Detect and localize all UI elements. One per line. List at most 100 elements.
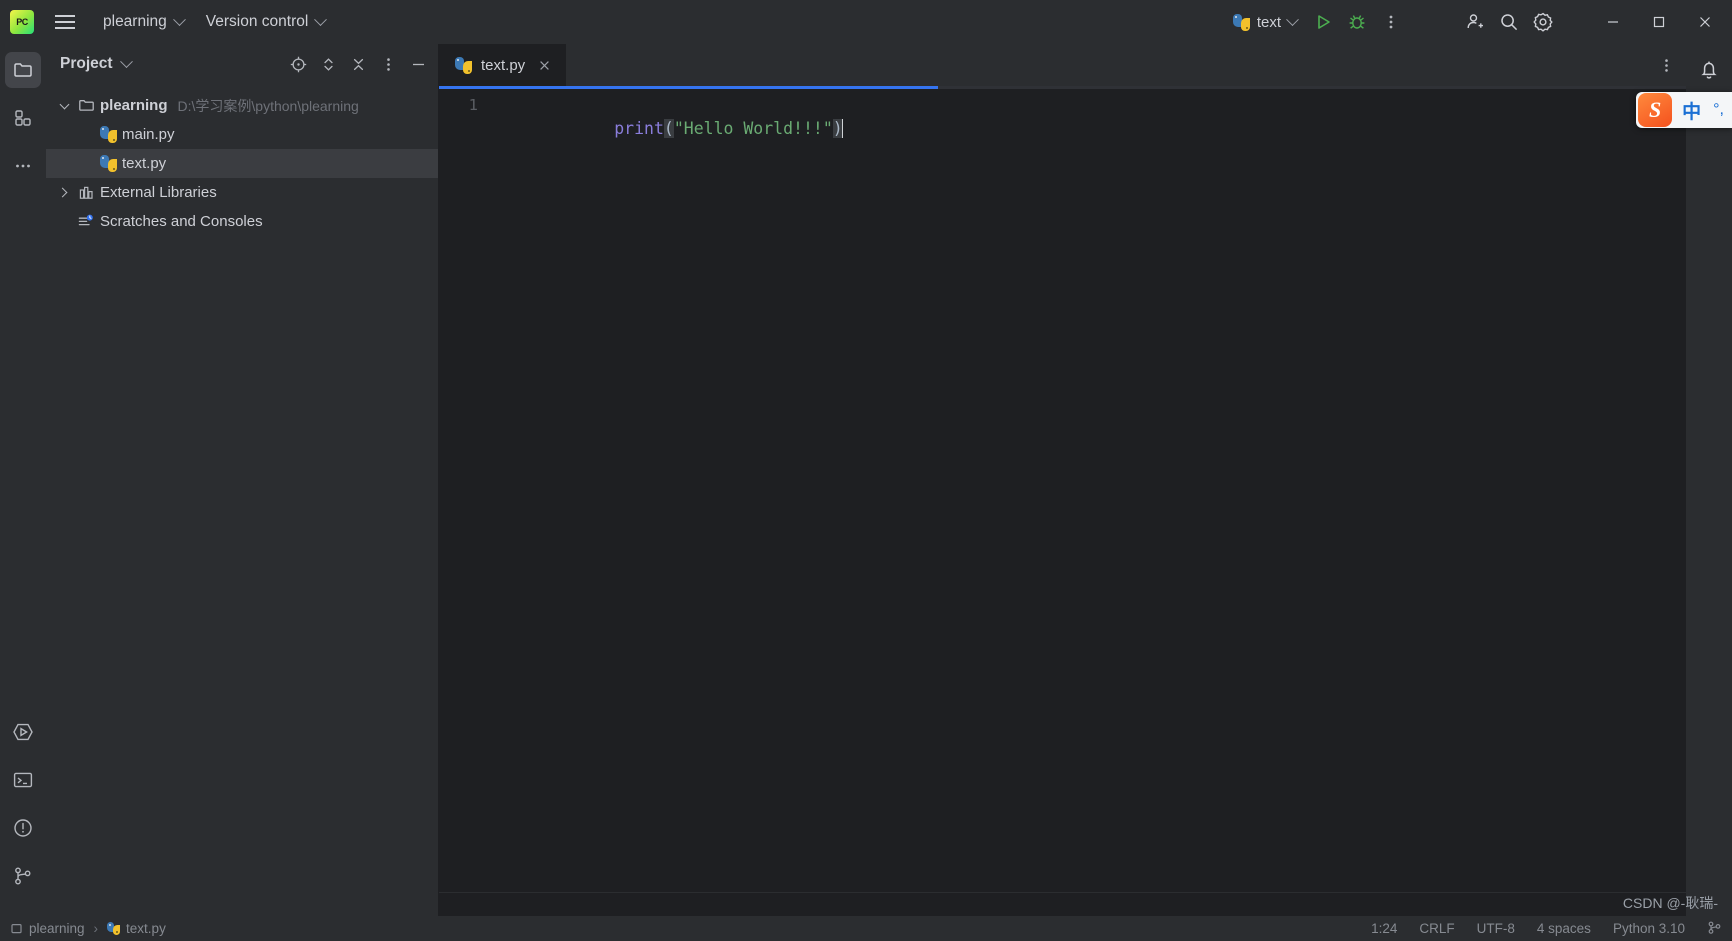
code-token-open-paren: (: [663, 119, 674, 138]
breadcrumb[interactable]: plearning › text.py: [10, 921, 166, 936]
version-control-label: Version control: [205, 13, 309, 30]
run-configuration-label: text: [1256, 13, 1281, 31]
pycharm-logo-text: PC: [16, 17, 28, 27]
ime-punctuation-toggle[interactable]: °,: [1713, 101, 1724, 119]
settings-button[interactable]: [1526, 5, 1560, 39]
sidebar-item-version-control[interactable]: [5, 858, 41, 894]
editor-pane: 1 print("Hello World!!!"): [439, 86, 1686, 916]
run-configuration-selector[interactable]: text: [1224, 9, 1306, 36]
more-actions-button[interactable]: [1374, 5, 1408, 39]
run-button[interactable]: [1306, 5, 1340, 39]
indent-setting[interactable]: 4 spaces: [1537, 921, 1591, 936]
add-user-button[interactable]: [1458, 5, 1492, 39]
chevron-down-icon: [1286, 12, 1299, 26]
ime-mode-chinese[interactable]: 中: [1682, 97, 1701, 124]
sidebar-item-problems[interactable]: [5, 810, 41, 846]
notifications-button[interactable]: [1691, 52, 1727, 88]
project-panel-title: Project: [60, 55, 113, 72]
search-button[interactable]: [1492, 5, 1526, 39]
editor-options-button[interactable]: [1652, 51, 1680, 79]
maximize-button[interactable]: [1636, 0, 1682, 44]
tree-node-label: main.py: [122, 126, 175, 143]
folder-icon: [74, 97, 98, 114]
debug-button[interactable]: [1340, 5, 1374, 39]
project-selector[interactable]: plearning: [94, 8, 193, 36]
status-bar: plearning › text.py 1:24 CRLF UTF-8 4 sp…: [0, 916, 1732, 941]
tree-node-text-py[interactable]: text.py: [46, 149, 438, 178]
status-bar-right: 1:24 CRLF UTF-8 4 spaces Python 3.10: [1371, 920, 1722, 938]
sidebar-item-terminal[interactable]: [5, 762, 41, 798]
sidebar-item-run[interactable]: [5, 714, 41, 750]
chevron-down-icon[interactable]: [54, 99, 74, 109]
tree-node-path: D:\学习案例\python\plearning: [177, 97, 359, 114]
chevron-right-icon[interactable]: [54, 187, 74, 198]
scratches-icon: [74, 213, 98, 231]
code-area[interactable]: 1 print("Hello World!!!"): [439, 86, 1686, 892]
tree-node-label: Scratches and Consoles: [100, 213, 263, 230]
code-content[interactable]: print("Hello World!!!"): [491, 94, 1686, 892]
editor-scrollbar[interactable]: [1670, 86, 1686, 892]
right-tool-rail: [1686, 44, 1732, 916]
tree-node-label: External Libraries: [100, 184, 217, 201]
tab-close-icon[interactable]: [534, 55, 554, 75]
breadcrumb-project[interactable]: plearning: [29, 921, 85, 936]
chevron-down-icon[interactable]: [119, 54, 133, 68]
text-caret: [841, 119, 844, 138]
tree-node-external-libraries[interactable]: External Libraries: [46, 178, 438, 207]
project-tree: plearning D:\学习案例\python\plearning main.…: [46, 84, 438, 236]
minimize-button[interactable]: [1590, 0, 1636, 44]
branch-icon[interactable]: [1707, 920, 1722, 938]
hide-panel-button[interactable]: [404, 50, 432, 78]
pycharm-logo-icon: PC: [10, 10, 34, 34]
python-file-icon: [96, 126, 120, 143]
locate-file-button[interactable]: [284, 50, 312, 78]
pycharm-window: PC plearning Version control text Projec…: [0, 0, 1732, 941]
breadcrumb-separator: ›: [93, 921, 99, 936]
project-panel-header: Project: [46, 44, 438, 84]
sogou-logo-letter: S: [1649, 97, 1662, 122]
indexing-progress-bar: [439, 86, 1686, 89]
csdn-watermark: CSDN @-耿瑞-: [1622, 895, 1718, 911]
python-file-icon: [455, 56, 472, 74]
chevron-down-icon: [314, 12, 328, 26]
collapse-all-button[interactable]: [344, 50, 372, 78]
python-file-icon: [107, 922, 121, 935]
left-tool-rail: [0, 44, 46, 916]
library-icon: [74, 184, 98, 201]
editor-tab-actions: [1652, 44, 1686, 86]
project-panel-actions: [284, 50, 432, 78]
progress-bar-fill: [439, 86, 938, 89]
tree-node-main-py[interactable]: main.py: [46, 120, 438, 149]
caret-position[interactable]: 1:24: [1371, 921, 1397, 936]
main-menu-icon[interactable]: [48, 5, 82, 39]
main-body: Project plearning D:\学习案例\python\plearni…: [0, 44, 1732, 916]
code-token-string: "Hello World!!!": [673, 119, 833, 138]
code-token-function: print: [614, 119, 664, 138]
python-interpreter[interactable]: Python 3.10: [1613, 921, 1685, 936]
tree-node-scratches-and-consoles[interactable]: Scratches and Consoles: [46, 207, 438, 236]
sogou-logo-icon: S: [1638, 93, 1673, 127]
editor-bottom-strip: [439, 892, 1686, 916]
tree-node-plearning[interactable]: plearning D:\学习案例\python\plearning: [46, 91, 438, 120]
tree-node-label: text.py: [122, 155, 167, 172]
sidebar-item-project[interactable]: [5, 52, 41, 88]
sidebar-more-button[interactable]: [5, 148, 41, 184]
version-control-menu[interactable]: Version control: [197, 8, 335, 36]
editor-area: text.py 1 print("Hello World!!!"): [438, 44, 1686, 916]
project-panel: Project plearning D:\学习案例\python\plearni…: [46, 44, 438, 916]
python-file-icon: [96, 155, 120, 172]
sidebar-item-structure[interactable]: [5, 100, 41, 136]
tab-text-py[interactable]: text.py: [439, 44, 567, 86]
breadcrumb-file[interactable]: text.py: [126, 921, 166, 936]
file-encoding[interactable]: UTF-8: [1477, 921, 1515, 936]
editor-tab-bar: text.py: [439, 44, 1686, 86]
line-separator[interactable]: CRLF: [1419, 921, 1454, 936]
title-bar: PC plearning Version control text: [0, 0, 1732, 44]
close-button[interactable]: [1682, 0, 1728, 44]
chevron-down-icon: [172, 12, 186, 26]
expand-collapse-button[interactable]: [314, 50, 342, 78]
tree-node-label: plearning: [100, 97, 168, 114]
project-options-button[interactable]: [374, 50, 402, 78]
sogou-ime-widget[interactable]: S 中 °,: [1636, 92, 1732, 128]
project-selector-label: plearning: [103, 13, 167, 30]
